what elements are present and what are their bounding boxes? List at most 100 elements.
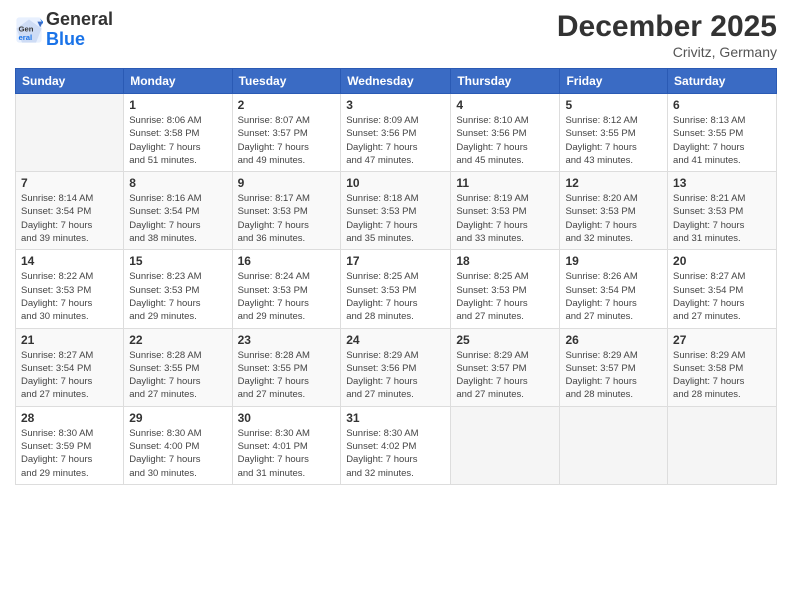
day-number: 22 xyxy=(129,333,226,347)
logo: Gen eral General Blue xyxy=(15,10,113,50)
day-number: 5 xyxy=(565,98,662,112)
svg-text:eral: eral xyxy=(19,33,33,42)
calendar-cell: 24 Sunrise: 8:29 AM Sunset: 3:56 PM Dayli… xyxy=(341,328,451,406)
calendar-cell: 1Sunrise: 8:06 AM Sunset: 3:58 PM Daylig… xyxy=(124,94,232,172)
calendar-cell: 3 Sunrise: 8:09 AM Sunset: 3:56 PM Daylig… xyxy=(341,94,451,172)
calendar-cell xyxy=(451,406,560,484)
day-info: Sunrise: 8:29 AM Sunset: 3:58 PM Dayligh… xyxy=(673,349,771,402)
logo-text: General Blue xyxy=(46,10,113,50)
day-info: Sunrise: 8:21 AM Sunset: 3:53 PM Dayligh… xyxy=(673,192,771,245)
day-info: Sunrise: 8:24 AM Sunset: 3:53 PM Dayligh… xyxy=(238,270,336,323)
day-info: Sunrise: 8:30 AM Sunset: 4:01 PM Dayligh… xyxy=(238,427,336,480)
day-number: 14 xyxy=(21,254,118,268)
day-info: Sunrise: 8:09 AM Sunset: 3:56 PM Dayligh… xyxy=(346,114,445,167)
calendar-cell: 7Sunrise: 8:14 AM Sunset: 3:54 PM Daylig… xyxy=(16,172,124,250)
day-info: Sunrise: 8:22 AM Sunset: 3:53 PM Dayligh… xyxy=(21,270,118,323)
day-info: Sunrise: 8:14 AM Sunset: 3:54 PM Dayligh… xyxy=(21,192,118,245)
calendar-cell xyxy=(16,94,124,172)
calendar-cell: 29 Sunrise: 8:30 AM Sunset: 4:00 PM Dayli… xyxy=(124,406,232,484)
header: Gen eral General Blue December 2025 Criv… xyxy=(15,10,777,60)
calendar-cell xyxy=(560,406,668,484)
calendar-week-row: 7Sunrise: 8:14 AM Sunset: 3:54 PM Daylig… xyxy=(16,172,777,250)
calendar-week-row: 14 Sunrise: 8:22 AM Sunset: 3:53 PM Dayli… xyxy=(16,250,777,328)
day-number: 24 xyxy=(346,333,445,347)
calendar-cell: 13 Sunrise: 8:21 AM Sunset: 3:53 PM Dayli… xyxy=(668,172,777,250)
calendar-cell: 26 Sunrise: 8:29 AM Sunset: 3:57 PM Dayli… xyxy=(560,328,668,406)
calendar-header-row: Sunday Monday Tuesday Wednesday Thursday… xyxy=(16,69,777,94)
day-number: 6 xyxy=(673,98,771,112)
day-info: Sunrise: 8:27 AM Sunset: 3:54 PM Dayligh… xyxy=(21,349,118,402)
day-number: 3 xyxy=(346,98,445,112)
day-number: 8 xyxy=(129,176,226,190)
calendar-cell: 12 Sunrise: 8:20 AM Sunset: 3:53 PM Dayli… xyxy=(560,172,668,250)
day-info: Sunrise: 8:28 AM Sunset: 3:55 PM Dayligh… xyxy=(129,349,226,402)
day-info: Sunrise: 8:12 AM Sunset: 3:55 PM Dayligh… xyxy=(565,114,662,167)
day-number: 29 xyxy=(129,411,226,425)
day-info: Sunrise: 8:07 AM Sunset: 3:57 PM Dayligh… xyxy=(238,114,336,167)
day-number: 9 xyxy=(238,176,336,190)
day-info: Sunrise: 8:18 AM Sunset: 3:53 PM Dayligh… xyxy=(346,192,445,245)
calendar-cell: 5 Sunrise: 8:12 AM Sunset: 3:55 PM Daylig… xyxy=(560,94,668,172)
day-info: Sunrise: 8:16 AM Sunset: 3:54 PM Dayligh… xyxy=(129,192,226,245)
calendar-week-row: 21 Sunrise: 8:27 AM Sunset: 3:54 PM Dayli… xyxy=(16,328,777,406)
day-number: 11 xyxy=(456,176,554,190)
calendar-table: Sunday Monday Tuesday Wednesday Thursday… xyxy=(15,68,777,485)
calendar-cell: 22 Sunrise: 8:28 AM Sunset: 3:55 PM Dayli… xyxy=(124,328,232,406)
day-number: 15 xyxy=(129,254,226,268)
day-info: Sunrise: 8:29 AM Sunset: 3:57 PM Dayligh… xyxy=(565,349,662,402)
calendar-cell: 2 Sunrise: 8:07 AM Sunset: 3:57 PM Daylig… xyxy=(232,94,341,172)
day-number: 23 xyxy=(238,333,336,347)
calendar-cell: 10Sunrise: 8:18 AM Sunset: 3:53 PM Dayli… xyxy=(341,172,451,250)
calendar-cell: 14 Sunrise: 8:22 AM Sunset: 3:53 PM Dayli… xyxy=(16,250,124,328)
calendar-cell: 27Sunrise: 8:29 AM Sunset: 3:58 PM Dayli… xyxy=(668,328,777,406)
day-number: 13 xyxy=(673,176,771,190)
day-info: Sunrise: 8:10 AM Sunset: 3:56 PM Dayligh… xyxy=(456,114,554,167)
day-info: Sunrise: 8:25 AM Sunset: 3:53 PM Dayligh… xyxy=(456,270,554,323)
calendar-cell xyxy=(668,406,777,484)
day-info: Sunrise: 8:30 AM Sunset: 4:02 PM Dayligh… xyxy=(346,427,445,480)
day-number: 12 xyxy=(565,176,662,190)
day-info: Sunrise: 8:19 AM Sunset: 3:53 PM Dayligh… xyxy=(456,192,554,245)
calendar-cell: 18Sunrise: 8:25 AM Sunset: 3:53 PM Dayli… xyxy=(451,250,560,328)
day-info: Sunrise: 8:28 AM Sunset: 3:55 PM Dayligh… xyxy=(238,349,336,402)
calendar-cell: 31 Sunrise: 8:30 AM Sunset: 4:02 PM Dayli… xyxy=(341,406,451,484)
day-info: Sunrise: 8:17 AM Sunset: 3:53 PM Dayligh… xyxy=(238,192,336,245)
day-info: Sunrise: 8:20 AM Sunset: 3:53 PM Dayligh… xyxy=(565,192,662,245)
day-number: 17 xyxy=(346,254,445,268)
calendar-cell: 23 Sunrise: 8:28 AM Sunset: 3:55 PM Dayli… xyxy=(232,328,341,406)
svg-text:Gen: Gen xyxy=(19,24,34,33)
day-number: 19 xyxy=(565,254,662,268)
day-number: 26 xyxy=(565,333,662,347)
day-number: 25 xyxy=(456,333,554,347)
calendar-week-row: 28Sunrise: 8:30 AM Sunset: 3:59 PM Dayli… xyxy=(16,406,777,484)
calendar-cell: 11 Sunrise: 8:19 AM Sunset: 3:53 PM Dayli… xyxy=(451,172,560,250)
logo-general-text: General xyxy=(46,10,113,30)
day-info: Sunrise: 8:30 AM Sunset: 3:59 PM Dayligh… xyxy=(21,427,118,480)
day-number: 16 xyxy=(238,254,336,268)
col-monday: Monday xyxy=(124,69,232,94)
day-number: 21 xyxy=(21,333,118,347)
col-wednesday: Wednesday xyxy=(341,69,451,94)
calendar-cell: 28Sunrise: 8:30 AM Sunset: 3:59 PM Dayli… xyxy=(16,406,124,484)
day-number: 30 xyxy=(238,411,336,425)
calendar-cell: 4Sunrise: 8:10 AM Sunset: 3:56 PM Daylig… xyxy=(451,94,560,172)
calendar-cell: 25 Sunrise: 8:29 AM Sunset: 3:57 PM Dayli… xyxy=(451,328,560,406)
day-info: Sunrise: 8:13 AM Sunset: 3:55 PM Dayligh… xyxy=(673,114,771,167)
day-info: Sunrise: 8:29 AM Sunset: 3:57 PM Dayligh… xyxy=(456,349,554,402)
day-number: 31 xyxy=(346,411,445,425)
day-info: Sunrise: 8:25 AM Sunset: 3:53 PM Dayligh… xyxy=(346,270,445,323)
calendar-cell: 15 Sunrise: 8:23 AM Sunset: 3:53 PM Dayli… xyxy=(124,250,232,328)
calendar-cell: 16 Sunrise: 8:24 AM Sunset: 3:53 PM Dayli… xyxy=(232,250,341,328)
day-number: 2 xyxy=(238,98,336,112)
logo-icon: Gen eral xyxy=(15,16,43,44)
col-saturday: Saturday xyxy=(668,69,777,94)
col-thursday: Thursday xyxy=(451,69,560,94)
calendar-cell: 30 Sunrise: 8:30 AM Sunset: 4:01 PM Dayli… xyxy=(232,406,341,484)
calendar-cell: 20Sunrise: 8:27 AM Sunset: 3:54 PM Dayli… xyxy=(668,250,777,328)
day-info: Sunrise: 8:26 AM Sunset: 3:54 PM Dayligh… xyxy=(565,270,662,323)
day-info: Sunrise: 8:23 AM Sunset: 3:53 PM Dayligh… xyxy=(129,270,226,323)
calendar-cell: 6 Sunrise: 8:13 AM Sunset: 3:55 PM Daylig… xyxy=(668,94,777,172)
location: Crivitz, Germany xyxy=(557,44,777,60)
day-info: Sunrise: 8:30 AM Sunset: 4:00 PM Dayligh… xyxy=(129,427,226,480)
day-info: Sunrise: 8:29 AM Sunset: 3:56 PM Dayligh… xyxy=(346,349,445,402)
